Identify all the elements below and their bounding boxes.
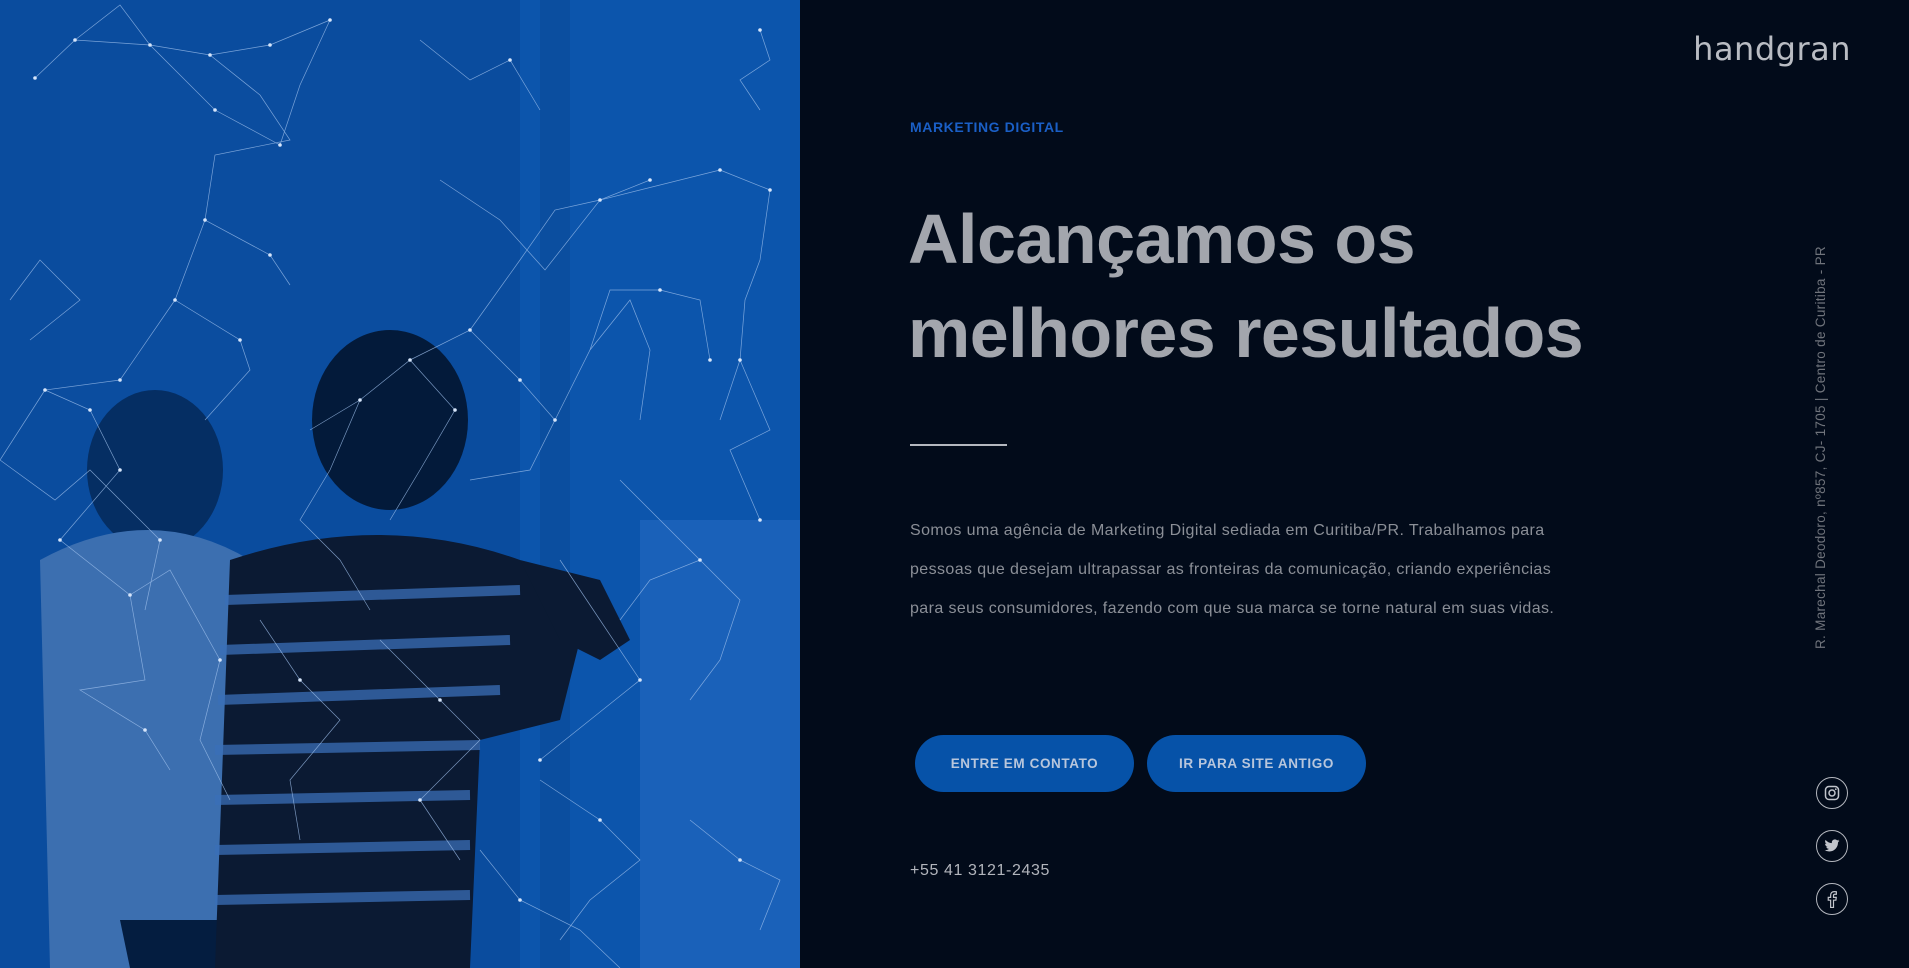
facebook-icon — [1827, 890, 1837, 908]
instagram-icon — [1824, 785, 1840, 801]
eyebrow-label: MARKETING DIGITAL — [910, 119, 1064, 135]
facebook-link[interactable] — [1816, 883, 1848, 915]
twitter-link[interactable] — [1816, 830, 1848, 862]
address-vertical: R. Marechal Deodoro, nº857, CJ- 1705 | C… — [1813, 246, 1828, 649]
hero-content: handgran MARKETING DIGITAL Alcançamos os… — [800, 0, 1909, 968]
brand-logo[interactable]: handgran — [1693, 30, 1851, 68]
intro-paragraph: Somos uma agência de Marketing Digital s… — [910, 522, 1555, 617]
hero-illustration — [0, 0, 800, 968]
phone-number[interactable]: +55 41 3121-2435 — [910, 862, 1050, 880]
old-site-button[interactable]: IR PARA SITE ANTIGO — [1147, 735, 1366, 792]
instagram-link[interactable] — [1816, 777, 1848, 809]
page-title: Alcançamos os melhores resultados — [908, 192, 1668, 380]
headline-line-1: Alcançamos os — [908, 200, 1416, 278]
contact-button[interactable]: ENTRE EM CONTATO — [915, 735, 1134, 792]
twitter-icon — [1824, 839, 1840, 852]
landing-page: handgran MARKETING DIGITAL Alcançamos os… — [0, 0, 1909, 968]
divider — [910, 444, 1007, 446]
hero-image — [0, 0, 800, 968]
headline-line-2: melhores resultados — [908, 294, 1584, 372]
